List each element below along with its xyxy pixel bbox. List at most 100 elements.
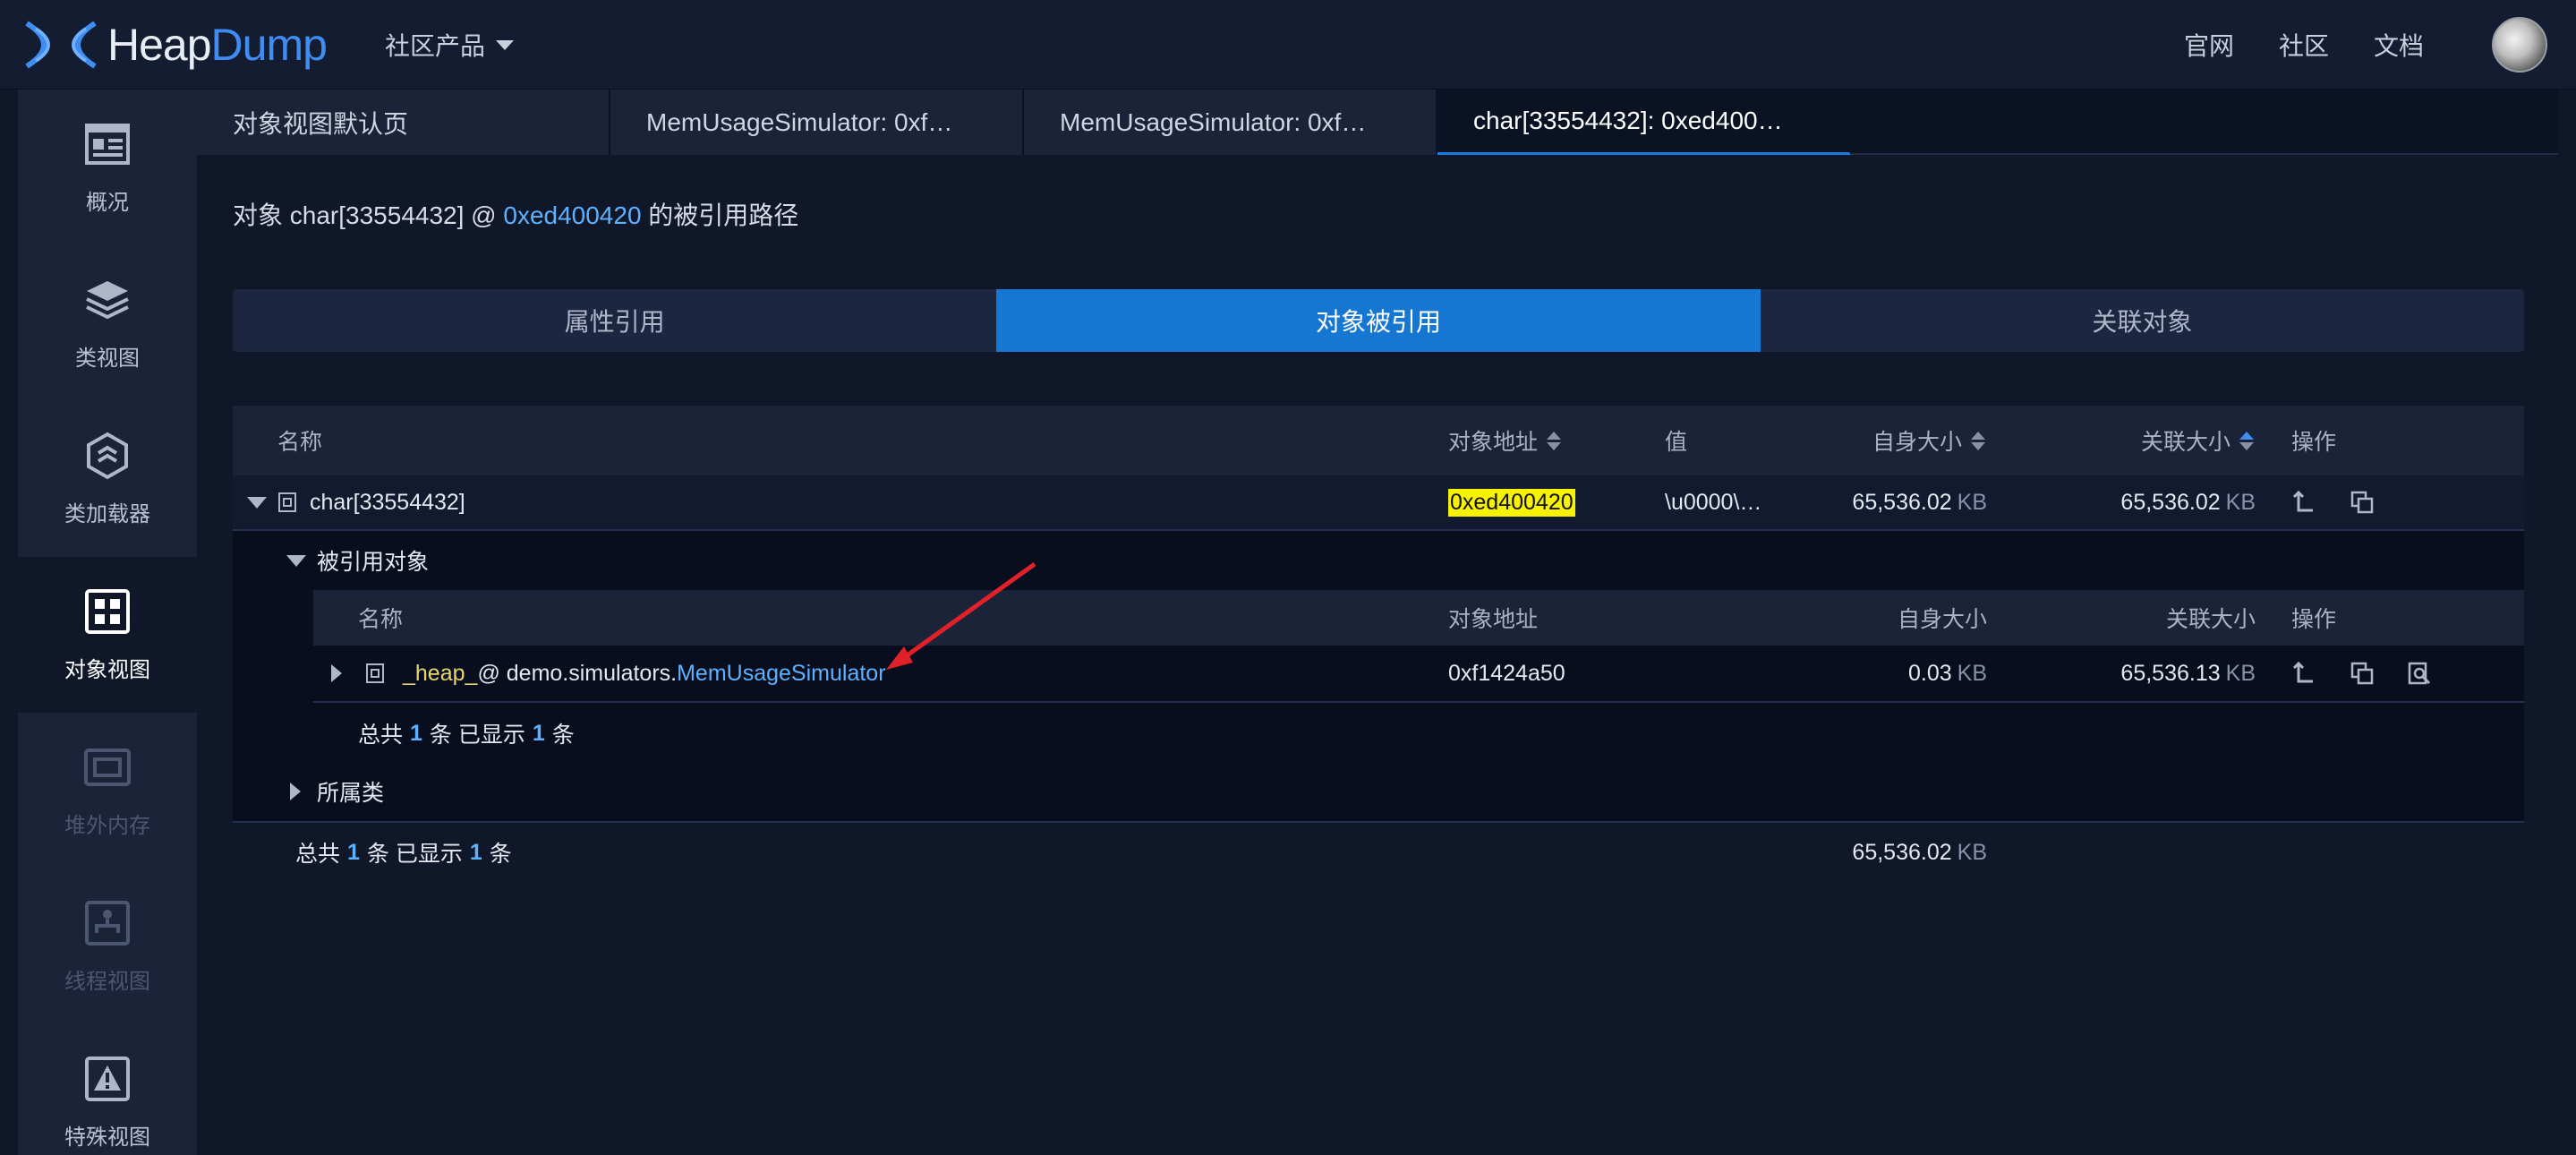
table-footer: 总共 1 条 已显示 1 条 65,536.02 KB bbox=[233, 823, 2524, 882]
tab-memusage-simulator-2[interactable]: MemUsageSimulator: 0xf… bbox=[1024, 90, 1437, 155]
grid-icon bbox=[85, 588, 130, 634]
shown-count: 1 bbox=[469, 839, 482, 865]
sidebar-item-object-view[interactable]: 对象视图 bbox=[18, 557, 197, 713]
sidebar-item-label: 特殊视图 bbox=[64, 1125, 150, 1150]
page-title-prefix: 对象 char[33554432] @ bbox=[233, 201, 504, 229]
retained-size-value: 65,536.13 bbox=[2120, 660, 2221, 686]
community-link[interactable]: 社区 bbox=[2279, 27, 2329, 63]
sidebar-item-label: 类视图 bbox=[75, 346, 140, 371]
object-name: char[33554432] bbox=[310, 489, 465, 515]
size-unit: KB bbox=[1957, 660, 1987, 686]
referrer-cell: _heap_ @ demo.simulators. MemUsageSimulat… bbox=[365, 646, 886, 701]
layers-icon bbox=[86, 280, 129, 319]
tab-attribute-references[interactable]: 属性引用 bbox=[233, 289, 996, 352]
sort-icon[interactable] bbox=[1971, 431, 1986, 450]
expand-row-toggle[interactable] bbox=[331, 646, 342, 701]
total-suffix: 条 bbox=[489, 842, 512, 867]
sort-icon[interactable] bbox=[1547, 431, 1562, 450]
inspect-icon[interactable] bbox=[2406, 660, 2433, 687]
offheap-icon bbox=[84, 748, 131, 786]
copy-icon[interactable] bbox=[2349, 489, 2376, 516]
sidebar-item-offheap[interactable]: 堆外内存 bbox=[18, 713, 197, 868]
overview-icon bbox=[85, 123, 130, 165]
tab-char-array[interactable]: char[33554432]: 0xed400… bbox=[1437, 90, 1851, 155]
caret-right-icon bbox=[290, 783, 301, 800]
referrers-section: 被引用对象 名称 对象地址 自身大小 关联大小 操作 _heap_ @ demo… bbox=[233, 531, 2524, 823]
official-site-link[interactable]: 官网 bbox=[2184, 27, 2234, 63]
total-suffix: 条 bbox=[551, 723, 575, 748]
col-name: 名称 bbox=[277, 430, 323, 455]
sidebar-item-classloader[interactable]: 类加载器 bbox=[18, 401, 197, 557]
path-to-root-icon[interactable] bbox=[2291, 660, 2318, 687]
warning-icon bbox=[85, 1056, 130, 1101]
sidebar-item-thread-view[interactable]: 线程视图 bbox=[18, 868, 197, 1024]
retained-size: 65,536.13 KB bbox=[2120, 646, 2256, 701]
highlighted-address: 0xed400420 bbox=[1448, 488, 1575, 517]
total-prefix: 总共 bbox=[358, 723, 404, 748]
community-products-menu[interactable]: 社区产品 bbox=[385, 27, 515, 63]
tab-memusage-simulator-1[interactable]: MemUsageSimulator: 0xf… bbox=[610, 90, 1024, 155]
shallow-size-value: 0.03 bbox=[1907, 660, 1952, 686]
collapse-referrers-toggle[interactable] bbox=[286, 531, 306, 590]
referrer-address: 0xf1424a50 bbox=[1448, 660, 1565, 686]
reference-type-switch: 属性引用 对象被引用 关联对象 bbox=[233, 289, 2524, 352]
object-tabs: 对象视图默认页 MemUsageSimulator: 0xf… MemUsage… bbox=[197, 90, 2558, 155]
col-actions: 操作 bbox=[2291, 607, 2337, 632]
shallow-size-sum: 65,536.02 KB bbox=[1852, 823, 1987, 882]
docs-link[interactable]: 文档 bbox=[2374, 27, 2424, 63]
referrers-total: 总共 1 条 已显示 1 条 bbox=[358, 706, 575, 760]
referrer-owner-text: @ demo.simulators. bbox=[477, 660, 678, 686]
tab-related-objects[interactable]: 关联对象 bbox=[1761, 289, 2524, 352]
retained-size-value: 65,536.02 bbox=[2120, 489, 2221, 515]
sidebar-item-special-view[interactable]: 特殊视图 bbox=[18, 1024, 197, 1155]
path-to-root-icon[interactable] bbox=[2291, 489, 2318, 516]
sidebar-item-overview[interactable]: 概况 bbox=[18, 90, 197, 245]
row-actions bbox=[2291, 646, 2463, 701]
table-total: 总共 1 条 已显示 1 条 bbox=[295, 823, 512, 882]
table-header: 名称 对象地址 值 自身大小 关联大小 操作 bbox=[233, 406, 2524, 475]
col-address[interactable]: 对象地址 bbox=[1448, 406, 1562, 475]
logo-dump-text: Dump bbox=[210, 20, 328, 70]
col-retained-size[interactable]: 关联大小 bbox=[2141, 406, 2255, 475]
object-address-link[interactable]: 0xed400420 bbox=[503, 201, 641, 229]
total-mid: 条 已显示 bbox=[429, 723, 525, 748]
tab-referenced-by[interactable]: 对象被引用 bbox=[996, 289, 1761, 352]
table-row[interactable]: char[33554432] 0xed400420 \u0000\… 65,53… bbox=[233, 475, 2524, 531]
col-retained-size: 关联大小 bbox=[2165, 607, 2256, 632]
collapse-row-toggle[interactable] bbox=[247, 475, 267, 529]
total-count: 1 bbox=[410, 720, 422, 746]
col-address-label: 对象地址 bbox=[1448, 430, 1539, 455]
size-unit: KB bbox=[2225, 489, 2256, 515]
col-name: 名称 bbox=[358, 607, 404, 632]
expand-owner-class-toggle[interactable] bbox=[290, 764, 301, 819]
size-unit: KB bbox=[1957, 839, 1987, 865]
object-value: \u0000\… bbox=[1665, 489, 1762, 515]
tab-object-view-default[interactable]: 对象视图默认页 bbox=[197, 90, 610, 155]
referrers-section-header[interactable]: 被引用对象 bbox=[233, 531, 2524, 590]
reference-table: 名称 对象地址 值 自身大小 关联大小 操作 char[33554432] 0x… bbox=[233, 406, 2524, 882]
size-unit: KB bbox=[1957, 489, 1987, 515]
sidebar-item-label: 线程视图 bbox=[64, 969, 150, 994]
community-products-label: 社区产品 bbox=[385, 32, 486, 60]
sidebar-item-label: 堆外内存 bbox=[64, 813, 150, 838]
object-cell: char[33554432] bbox=[277, 475, 465, 529]
table-row[interactable]: _heap_ @ demo.simulators. MemUsageSimulat… bbox=[313, 646, 2524, 703]
page-title: 对象 char[33554432] @ 0xed400420 的被引用路径 bbox=[233, 196, 798, 232]
shown-count: 1 bbox=[532, 720, 545, 746]
caret-down-icon bbox=[247, 496, 267, 509]
sort-icon[interactable] bbox=[2239, 431, 2255, 450]
retained-size: 65,536.02 KB bbox=[2120, 475, 2256, 529]
caret-down-icon bbox=[286, 554, 306, 567]
app-logo[interactable]: HeapDump bbox=[23, 18, 328, 72]
col-shallow-size[interactable]: 自身大小 bbox=[1872, 406, 1986, 475]
total-mid: 条 已显示 bbox=[366, 842, 463, 867]
sidebar-item-class-view[interactable]: 类视图 bbox=[18, 245, 197, 401]
copy-icon[interactable] bbox=[2349, 660, 2376, 687]
owner-class-section-header[interactable]: 所属类 bbox=[233, 764, 2524, 819]
referrers-table-header: 名称 对象地址 自身大小 关联大小 操作 bbox=[313, 590, 2524, 646]
field-name: _heap_ bbox=[403, 660, 478, 686]
user-avatar[interactable] bbox=[2492, 17, 2547, 73]
logo-heap-text: Heap bbox=[107, 20, 212, 70]
object-address: 0xed400420 bbox=[1448, 475, 1575, 529]
class-name-link[interactable]: MemUsageSimulator bbox=[677, 661, 885, 687]
